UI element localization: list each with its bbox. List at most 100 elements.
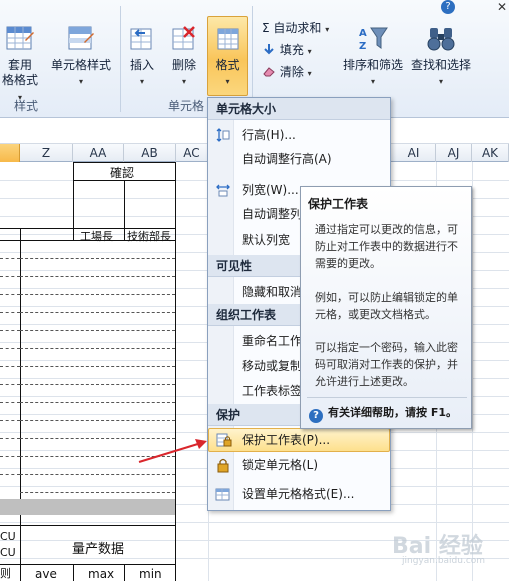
format-label: 格式 (215, 58, 240, 72)
menu-item-label: 列宽(W)... (242, 183, 299, 197)
min-label: min (139, 567, 162, 581)
confirm-header: 確認 (110, 166, 135, 180)
clear-button[interactable]: 清除 ▾ (262, 64, 312, 82)
dashed-row (0, 384, 20, 385)
table-style-label-2: 格格式 (1, 73, 38, 87)
table-style-label: 套用 (7, 58, 32, 72)
dashed-row (20, 294, 175, 295)
form-border (0, 564, 176, 565)
menu-item-lock-cell[interactable]: 锁定单元格(L) (208, 453, 390, 477)
column-header-aa[interactable]: AA (73, 144, 124, 162)
form-border (73, 162, 176, 163)
protect-sheet-tooltip: 保护工作表 通过指定可以更改的信息，可防止对工作表中的数据进行不需要的更改。 例… (300, 186, 472, 429)
menu-item-row-height[interactable]: 行高(H)... (208, 123, 390, 147)
column-header-z[interactable]: Z (20, 144, 73, 162)
menu-item-label: 工作表标签 (242, 384, 303, 398)
menu-item-label: 默认列宽 (242, 233, 291, 247)
factory-head-label: 工場長 (80, 230, 113, 243)
close-icon[interactable]: ✕ (497, 0, 507, 14)
format-cells-icon (217, 28, 238, 50)
dashed-row (20, 402, 175, 403)
dashed-row (20, 312, 175, 313)
grid-line (472, 162, 473, 581)
dashed-row (20, 366, 175, 367)
tooltip-title: 保护工作表 (308, 197, 369, 211)
delete-cells-icon (172, 26, 195, 50)
dashed-row (0, 312, 20, 313)
svg-text:Z: Z (359, 41, 366, 52)
dashed-row (0, 276, 20, 277)
menu-item-label: 移动或复制 (242, 359, 303, 373)
dashed-row (0, 456, 20, 457)
menu-item-protect-sheet[interactable]: 保护工作表(P)... (208, 428, 390, 452)
insert-button[interactable]: 插入 ▾ (124, 24, 160, 89)
format-button-content: 格式 ▾ (207, 24, 248, 89)
mass-data-label: 量产数据 (72, 542, 125, 557)
menu-item-label: 锁定单元格(L) (242, 458, 319, 472)
cu-label-2: CU (0, 546, 16, 559)
form-border (73, 162, 74, 240)
cell-style-icon (68, 26, 94, 50)
dashed-row (20, 258, 175, 259)
format-cells-icon (215, 488, 230, 501)
svg-text:A: A (359, 28, 367, 39)
grid-line (0, 522, 509, 523)
cell-styles-button[interactable]: 单元格样式 ▾ (48, 24, 114, 89)
tooltip-paragraph-3: 可以指定一个密码，输入此密码可取消对工作表的保护，并允许进行上述更改。 (315, 341, 458, 388)
menu-item-label: 自动调整行高(A) (242, 152, 332, 166)
form-border (20, 228, 21, 581)
dashed-row (0, 420, 20, 421)
sort-filter-icon: A Z (359, 27, 388, 52)
menu-item-format-cells[interactable]: 设置单元格格式(E)... (208, 482, 390, 506)
lock-icon (217, 458, 229, 473)
find-select-label: 查找和选择 (410, 58, 471, 72)
tooltip-help-text: 有关详细帮助，请按 F1。 (328, 406, 457, 419)
group-separator (120, 6, 121, 112)
format-as-table-button[interactable]: 套用 格格式 ▾ (0, 24, 40, 105)
sort-filter-button[interactable]: A Z 排序和筛选 ▾ (340, 24, 406, 89)
dashed-row (0, 348, 20, 349)
help-icon[interactable]: ? (441, 0, 455, 14)
form-border (175, 162, 176, 581)
tooltip-help-line: ? 有关详细帮助，请按 F1。 (309, 404, 457, 423)
binoculars-icon (427, 28, 455, 51)
delete-label: 删除 (171, 58, 196, 72)
column-header-ac[interactable]: AC (176, 144, 208, 162)
form-border (0, 525, 176, 526)
dashed-row (20, 330, 175, 331)
find-select-button[interactable]: 查找和选择 ▾ (406, 24, 476, 89)
dashed-row (0, 474, 20, 475)
dashed-row (0, 330, 20, 331)
menu-item-label: 行高(H)... (242, 128, 296, 142)
sort-filter-label: 排序和筛选 (342, 58, 403, 72)
insert-label: 插入 (129, 58, 154, 72)
dashed-row (20, 420, 175, 421)
column-header-aj[interactable]: AJ (436, 144, 472, 162)
column-header-ab[interactable]: AB (124, 144, 176, 162)
menu-item-label: 隐藏和取消 (242, 285, 303, 299)
dashed-row (0, 438, 20, 439)
tech-head-label: 技術部長 (127, 230, 171, 243)
tooltip-paragraph-2: 例如，可以防止编辑锁定的单元格，或更改文档格式。 (315, 291, 458, 321)
menu-item-label: 重命名工作 (242, 334, 303, 348)
help-icon: ? (309, 409, 323, 423)
dashed-row (0, 294, 20, 295)
menu-item-label: 设置单元格格式(E)... (242, 487, 355, 501)
menu-item-autofit-row[interactable]: 自动调整行高(A) (208, 147, 390, 171)
insert-cells-icon (130, 28, 152, 50)
dashed-row (0, 366, 20, 367)
cu-label: CU (0, 530, 16, 543)
delete-button[interactable]: 删除 ▾ (166, 24, 202, 89)
dashed-row (20, 384, 175, 385)
fill-button[interactable]: 填充 ▾ (262, 42, 312, 60)
tooltip-divider (307, 397, 467, 398)
grey-shaded-row (0, 499, 175, 515)
protect-sheet-icon (216, 433, 232, 447)
menu-item-label: 保护工作表(P)... (242, 433, 331, 447)
column-header-ai[interactable]: AI (392, 144, 436, 162)
form-border (73, 564, 74, 581)
menu-section-cell-size: 单元格大小 (208, 98, 390, 120)
autosum-button[interactable]: Σ 自动求和 ▾ (262, 20, 329, 38)
column-header-selected[interactable] (0, 144, 20, 162)
column-header-ak[interactable]: AK (472, 144, 509, 162)
